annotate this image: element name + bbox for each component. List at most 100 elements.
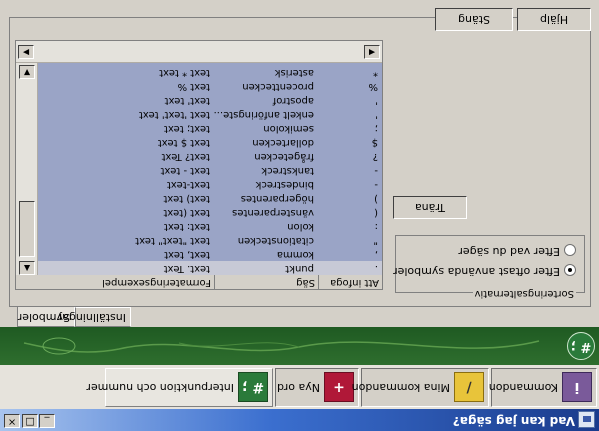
- cell-say: högerparentes: [240, 193, 314, 204]
- sort-by-spoken-label: Efter vad du säger: [458, 245, 560, 258]
- commands-icon: i: [562, 372, 592, 402]
- scroll-down-arrow-icon[interactable]: ▼: [19, 65, 35, 79]
- scroll-thumb[interactable]: [19, 201, 35, 257]
- window-title: Vad kan jag säga?: [452, 414, 575, 428]
- cell-write: -: [374, 179, 378, 190]
- sort-by-frequency-radio[interactable]: Efter oftast använda symboler: [393, 262, 576, 278]
- cell-write: ': [375, 95, 378, 106]
- list-item[interactable]: : kolon text: text: [38, 219, 382, 233]
- tab-my-commands-label: Mina kommandon: [351, 381, 450, 394]
- cell-write: ,: [374, 249, 378, 260]
- close-button[interactable]: Stäng: [435, 8, 513, 31]
- list-item[interactable]: % procenttecken text %: [38, 79, 382, 93]
- cell-example: text) text: [163, 193, 210, 204]
- list-item[interactable]: ? frågetecken text? Text: [38, 149, 382, 163]
- cell-write: ': [375, 109, 378, 120]
- maximize-button[interactable]: □: [22, 414, 38, 428]
- tab-commands-label: Kommandon: [488, 381, 558, 394]
- list-item[interactable]: $ dollartecken text $ text: [38, 135, 382, 149]
- pencil-icon: /: [454, 372, 484, 402]
- cell-example: text-text: [166, 179, 210, 190]
- list-item[interactable]: (vänsterparentes text (text: [38, 205, 382, 219]
- list-header: Att infoga Säg Formateringsexempel: [16, 274, 382, 289]
- title-bar[interactable]: Vad kan jag säga? _ □ ×: [0, 409, 599, 431]
- cell-example: text $ text: [157, 137, 210, 148]
- scroll-up-arrow-icon[interactable]: ▲: [19, 261, 35, 275]
- cell-example: text %: [177, 81, 210, 92]
- symbols-list[interactable]: Att infoga Säg Formateringsexempel . punk…: [15, 40, 383, 290]
- cell-write: *: [373, 67, 378, 78]
- cell-write: -: [374, 165, 378, 176]
- scroll-right-arrow-icon[interactable]: ▶: [18, 45, 34, 59]
- close-window-button[interactable]: ×: [4, 414, 20, 428]
- vertical-scrollbar[interactable]: ▲ ▼: [15, 63, 38, 275]
- cell-example: text, text: [164, 249, 210, 260]
- cell-write: ;: [374, 123, 378, 134]
- radio-unselected-indicator: [564, 244, 576, 256]
- list-item[interactable]: * asterisk text * text: [38, 65, 382, 79]
- cell-write: .: [374, 263, 378, 274]
- cell-say: dollartecken: [252, 137, 314, 148]
- cell-say: semikolon: [263, 123, 314, 134]
- cell-example: text' text: [164, 95, 210, 106]
- cell-example: text "text" text: [135, 235, 210, 246]
- train-button[interactable]: Träna: [393, 196, 467, 219]
- banner-swirl-graphic: [23, 337, 540, 355]
- tab-my-commands[interactable]: / Mina kommandon: [352, 368, 489, 407]
- app-icon: [578, 411, 595, 428]
- list-item[interactable]: ) högerparentes text) text: [38, 191, 382, 205]
- scroll-left-arrow-icon[interactable]: ◀: [364, 45, 380, 59]
- sorting-options-legend: Sorteringsalternativ: [472, 288, 576, 299]
- cell-say: asterisk: [274, 67, 314, 78]
- sort-by-frequency-label: Efter oftast använda symboler: [393, 265, 560, 278]
- tab-punctuation-label: Interpunktion och nummer: [86, 381, 234, 394]
- cell-write: %: [368, 81, 378, 92]
- horizontal-scrollbar[interactable]: ◀ ▶: [16, 40, 382, 63]
- minimize-button[interactable]: _: [39, 414, 55, 428]
- list-rows: . punkt text. Text, komma text, text " citatio…: [38, 63, 382, 275]
- tab-settings[interactable]: Inställningar: [58, 307, 131, 327]
- list-item[interactable]: , komma text, text: [38, 247, 382, 261]
- tab-new-words[interactable]: + Nya ord: [275, 368, 359, 407]
- cell-example: text; text: [163, 123, 210, 134]
- cell-write: ": [373, 235, 378, 246]
- cell-write: $: [371, 137, 378, 148]
- tab-commands[interactable]: i Kommandon: [488, 368, 597, 407]
- list-item[interactable]: ' apostrof text' text: [38, 93, 382, 107]
- cell-say: tankstreck: [261, 165, 314, 176]
- cell-say: komma: [276, 249, 314, 260]
- category-tab-bar: # ; Interpunktion och nummer + Nya ord /…: [0, 364, 599, 409]
- tab-new-words-label: Nya ord: [276, 381, 320, 394]
- cell-write: ): [374, 193, 378, 204]
- list-item[interactable]: - tankstreck text - text: [38, 163, 382, 177]
- list-item[interactable]: ' enkelt anföringste... text 'text' text: [38, 107, 382, 121]
- list-item[interactable]: - bindestreck text-text: [38, 177, 382, 191]
- punctuation-icon: # ;: [238, 372, 268, 402]
- cell-say: apostrof: [272, 95, 314, 106]
- tab-punctuation[interactable]: # ; Interpunktion och nummer: [86, 368, 273, 407]
- column-header-say[interactable]: Säg: [214, 275, 318, 289]
- cell-say: punkt: [285, 263, 314, 274]
- cell-example: text - text: [160, 165, 210, 176]
- help-button[interactable]: Hjälp: [517, 8, 591, 31]
- punctuation-badge-icon: # ;: [567, 332, 595, 360]
- cell-example: text * text: [159, 67, 210, 78]
- cell-write: ?: [372, 151, 378, 162]
- list-item[interactable]: . punkt text. Text: [38, 261, 382, 275]
- list-item[interactable]: ; semikolon text; text: [38, 121, 382, 135]
- cell-say: frågetecken: [254, 151, 314, 162]
- cell-example: text: text: [163, 221, 210, 232]
- cell-say: bindestreck: [255, 179, 314, 190]
- cell-example: text 'text' text: [138, 109, 210, 120]
- cell-say: enkelt anföringste...: [213, 109, 314, 120]
- column-header-example[interactable]: Formateringsexempel: [16, 275, 214, 289]
- list-item[interactable]: " citationstecken text "text" text: [38, 233, 382, 247]
- section-banner: # ;: [0, 327, 599, 365]
- cell-write: (: [374, 207, 378, 218]
- radio-selected-indicator: [564, 264, 576, 276]
- cell-say: vänsterparentes: [232, 207, 314, 218]
- cell-example: text. Text: [163, 263, 210, 274]
- cell-say: citationstecken: [237, 235, 314, 246]
- column-header-write[interactable]: Att infoga: [318, 275, 382, 289]
- sort-by-spoken-radio[interactable]: Efter vad du säger: [396, 242, 576, 258]
